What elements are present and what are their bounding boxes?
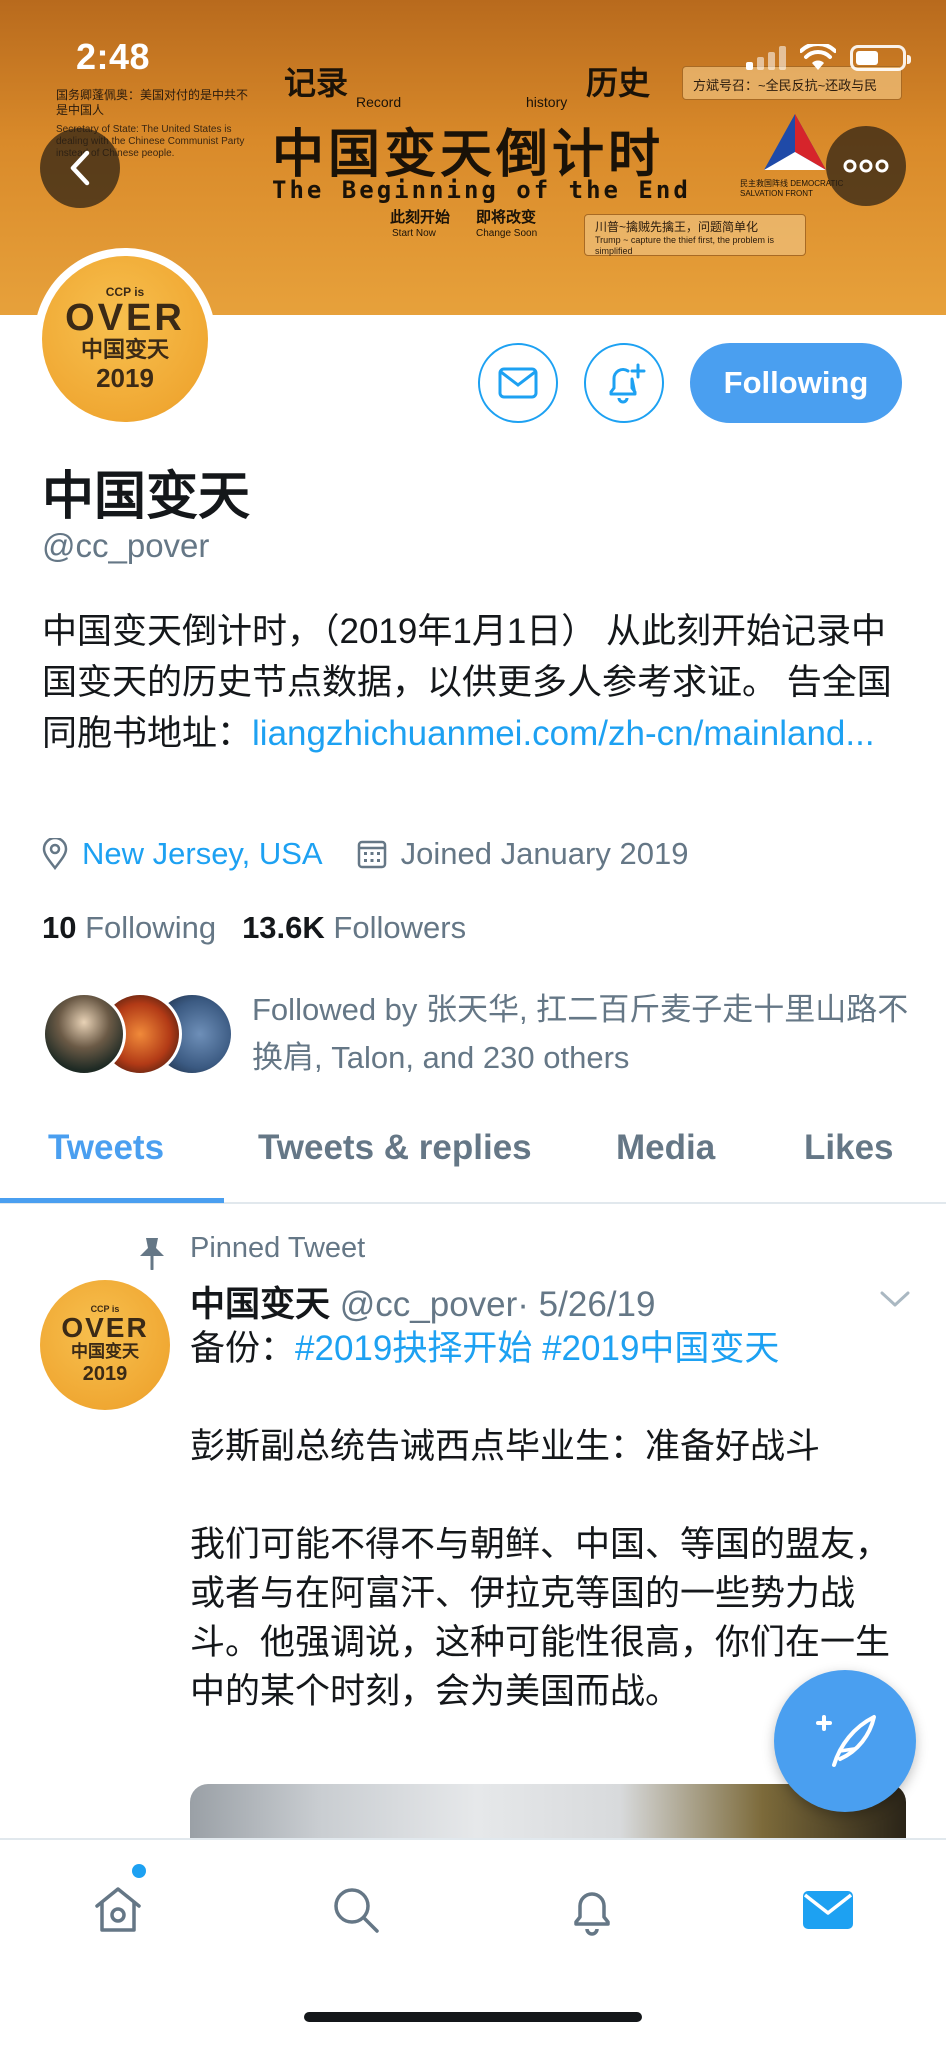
tab-tweets-replies[interactable]: Tweets & replies bbox=[258, 1128, 532, 1168]
back-button[interactable] bbox=[40, 128, 120, 208]
envelope-icon bbox=[498, 367, 538, 399]
avatar-over-text: OVER bbox=[65, 297, 185, 339]
profile-handle: @cc_pover bbox=[42, 527, 210, 564]
home-indicator bbox=[304, 2012, 642, 2022]
profile-joined: Joined January 2019 bbox=[400, 836, 689, 871]
calendar-icon bbox=[357, 840, 386, 869]
tweet-backup-label: 备份： bbox=[190, 1329, 296, 1368]
follower-avatar bbox=[42, 992, 126, 1076]
avatar-cn-text: 中国变天 bbox=[71, 1342, 139, 1361]
compose-tweet-button[interactable] bbox=[774, 1670, 916, 1812]
status-time: 2:48 bbox=[76, 36, 151, 77]
chevron-left-icon bbox=[70, 150, 90, 186]
profile-name: 中国变天 bbox=[42, 468, 251, 526]
banner-tag-bottom-cn: 川普~擒贼先擒王，问题简单化 bbox=[595, 220, 759, 234]
banner-start-en: Start Now bbox=[392, 228, 436, 239]
profile-avatar[interactable]: CCP is OVER 中国变天 2019 bbox=[34, 248, 216, 430]
battery-icon bbox=[850, 45, 911, 71]
banner-tag-bottom: 川普~擒贼先擒王，问题简单化 Trump ~ capture the thief… bbox=[584, 214, 806, 256]
followers-count-link[interactable]: 13.6K Followers bbox=[242, 910, 466, 945]
location-pin-icon bbox=[42, 838, 68, 870]
notifications-toggle-button[interactable] bbox=[584, 343, 664, 423]
tab-media[interactable]: Media bbox=[616, 1128, 715, 1168]
banner-left-cn: 国务卿蓬佩奥：美国对付的是中共不是中国人 bbox=[56, 88, 249, 117]
status-icons bbox=[746, 44, 911, 72]
following-label: Following bbox=[85, 910, 217, 945]
hashtag-link[interactable]: #2019抉择开始 bbox=[295, 1329, 532, 1368]
tweet-header: 中国变天 @cc_pover· 5/26/19 bbox=[190, 1276, 655, 1327]
banner-subtitle: The Beginning of the End bbox=[272, 176, 691, 204]
nav-messages[interactable] bbox=[798, 1880, 858, 1940]
active-tab-indicator bbox=[0, 1198, 224, 1203]
followed-by-avatars[interactable] bbox=[42, 992, 234, 1076]
tweet-author-avatar[interactable]: CCP is OVER 中国变天 2019 bbox=[40, 1280, 170, 1410]
tab-tweets[interactable]: Tweets bbox=[48, 1128, 164, 1168]
cellular-signal-icon bbox=[746, 46, 786, 70]
front-logo-icon bbox=[764, 114, 826, 170]
more-horizontal-icon bbox=[843, 159, 889, 173]
home-icon bbox=[95, 1887, 141, 1932]
banner-start-cn: 此刻开始 bbox=[390, 209, 451, 226]
followers-count: 13.6K bbox=[242, 910, 325, 945]
following-count-link[interactable]: 10 Following bbox=[42, 910, 216, 945]
profile-meta: New Jersey, USA Joined January 2019 bbox=[42, 836, 688, 872]
profile-location[interactable]: New Jersey, USA bbox=[82, 836, 323, 872]
banner-history-en: history bbox=[526, 94, 568, 110]
followed-by-text[interactable]: Followed by 张天华, 扛二百斤麦子走十里山路不换肩, Talon, … bbox=[252, 986, 912, 1082]
banner-tag-bottom-en: Trump ~ capture the thief first, the pro… bbox=[595, 235, 774, 256]
avatar-over-text: OVER bbox=[61, 1312, 149, 1343]
nav-notifications[interactable] bbox=[562, 1880, 622, 1940]
bell-plus-icon bbox=[609, 363, 646, 404]
chevron-down-icon[interactable] bbox=[878, 1288, 912, 1310]
notifications-icon bbox=[574, 1892, 610, 1936]
pin-icon bbox=[140, 1238, 164, 1270]
tweet-author-handle: @cc_pover bbox=[339, 1285, 518, 1324]
following-button[interactable]: Following bbox=[690, 343, 902, 423]
avatar-year-text: 2019 bbox=[96, 363, 154, 393]
tweet-date: · 5/26/19 bbox=[517, 1285, 656, 1324]
tweet-line-backup: 备份：#2019抉择开始 #2019中国变天 bbox=[190, 1324, 910, 1373]
banner-change-cn: 即将改变 bbox=[476, 209, 537, 226]
banner-record-en: Record bbox=[356, 94, 402, 110]
tab-likes[interactable]: Likes bbox=[804, 1128, 894, 1168]
nav-home[interactable] bbox=[88, 1880, 148, 1940]
bio-link[interactable]: liangzhichuanmei.com/zh-cn/mainland... bbox=[252, 714, 875, 753]
search-icon bbox=[334, 1888, 379, 1933]
banner-record-cn: 记录 bbox=[284, 65, 349, 101]
hashtag-link[interactable]: #2019中国变天 bbox=[542, 1329, 779, 1368]
avatar-cn-text: 中国变天 bbox=[80, 337, 169, 362]
tweet-author-name[interactable]: 中国变天 bbox=[190, 1285, 330, 1324]
compose-feather-icon bbox=[816, 1715, 876, 1767]
messages-icon bbox=[803, 1891, 853, 1929]
wifi-icon bbox=[800, 44, 836, 70]
banner-change-en: Change Soon bbox=[476, 228, 538, 239]
followers-label: Followers bbox=[333, 910, 467, 945]
tweet-paragraph: 彭斯副总统告诫西点毕业生：准备好战斗 bbox=[190, 1427, 821, 1466]
profile-counts: 10 Following 13.6K Followers bbox=[42, 910, 466, 946]
avatar-image: CCP is OVER 中国变天 2019 bbox=[42, 256, 208, 422]
more-options-button[interactable] bbox=[826, 126, 906, 206]
nav-search[interactable] bbox=[326, 1880, 386, 1940]
avatar-year-text: 2019 bbox=[82, 1363, 128, 1385]
following-count: 10 bbox=[42, 910, 77, 945]
message-button[interactable] bbox=[478, 343, 558, 423]
banner-history-cn: 历史 bbox=[586, 65, 651, 101]
profile-bio: 中国变天倒计时，（2019年1月1日） 从此刻开始记录中国变天的历史节点数据，以… bbox=[42, 606, 912, 759]
new-content-dot bbox=[132, 1864, 146, 1878]
tweet-body[interactable]: 备份：#2019抉择开始 #2019中国变天 彭斯副总统告诫西点毕业生：准备好战… bbox=[190, 1324, 910, 1716]
pinned-tweet-label: Pinned Tweet bbox=[190, 1232, 366, 1264]
